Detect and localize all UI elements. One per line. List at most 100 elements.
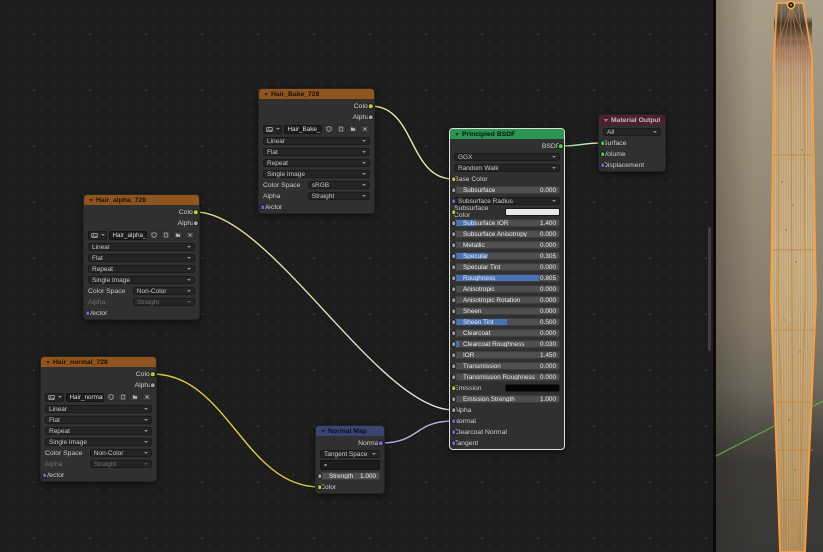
principled-row-transmission-roughness[interactable]: Transmission Roughness0.000 xyxy=(454,373,560,381)
principled-row-anisotropic-rotation[interactable]: Anisotropic Rotation0.000 xyxy=(454,296,560,304)
socket-clearcoat-roughness-input[interactable] xyxy=(451,341,457,347)
socket-subsurface-ior-input[interactable] xyxy=(451,220,457,226)
browse-image-button[interactable] xyxy=(45,393,64,402)
space-dropdown[interactable]: Tangent Space xyxy=(320,450,380,458)
node-image-texture-hair-bake[interactable]: Hair_Bake_728 Color Alpha Hair_Bake_728 xyxy=(258,88,375,214)
hair-mesh-object[interactable] xyxy=(771,1,816,552)
socket-strength-input[interactable] xyxy=(317,473,323,479)
node-principled-bsdf[interactable]: Principled BSDF BSDF GGX Random Walk Bas… xyxy=(449,128,565,450)
socket-displacement-input[interactable] xyxy=(600,162,606,168)
principled-row-specular-tint[interactable]: Specular Tint0.000 xyxy=(454,263,560,271)
node-link[interactable] xyxy=(381,421,454,443)
editor-scrollbar[interactable] xyxy=(708,227,711,351)
node-link[interactable] xyxy=(196,212,454,410)
subsurface-radius-field[interactable]: Subsurface Radius xyxy=(454,197,560,205)
socket-specular-tint-input[interactable] xyxy=(451,264,457,270)
specular-slider[interactable]: Specular0.305 xyxy=(454,252,560,260)
socket-subsurface-color-input[interactable] xyxy=(451,209,457,215)
fake-user-button[interactable] xyxy=(106,393,117,401)
node-header[interactable]: Hair_alpha_728 xyxy=(84,195,199,205)
socket-roughness-input[interactable] xyxy=(451,275,457,281)
image-name-field[interactable]: Hair_normal_728 xyxy=(66,393,105,402)
target-dropdown[interactable]: All xyxy=(603,128,661,136)
anisotropic-rotation-slider[interactable]: Anisotropic Rotation0.000 xyxy=(454,296,560,304)
socket-transmission-roughness-input[interactable] xyxy=(451,374,457,380)
socket-volume-input[interactable] xyxy=(600,151,606,157)
metallic-slider[interactable]: Metallic0.000 xyxy=(454,241,560,249)
open-image-button[interactable] xyxy=(348,125,359,133)
alpha-mode-dropdown[interactable]: Straight xyxy=(133,298,195,306)
socket-sheen-input[interactable] xyxy=(451,308,457,314)
extension-dropdown[interactable]: Repeat xyxy=(45,427,152,435)
socket-normal-input[interactable] xyxy=(451,418,457,424)
new-image-button[interactable] xyxy=(118,393,129,401)
principled-row-roughness[interactable]: Roughness0.805 xyxy=(454,274,560,282)
node-header[interactable]: Normal Map xyxy=(316,426,384,436)
color-space-dropdown[interactable]: Non-Color xyxy=(90,449,152,457)
socket-alpha-input[interactable] xyxy=(451,407,457,413)
projection-dropdown[interactable]: Flat xyxy=(263,148,370,156)
clearcoat-roughness-slider[interactable]: Clearcoat Roughness0.030 xyxy=(454,340,560,348)
sheen-slider[interactable]: Sheen0.000 xyxy=(454,307,560,315)
sheen-tint-slider[interactable]: Sheen Tint0.500 xyxy=(454,318,560,326)
socket-subsurface-anisotropy-input[interactable] xyxy=(451,231,457,237)
socket-emission-input[interactable] xyxy=(451,385,457,391)
socket-anisotropic-rotation-input[interactable] xyxy=(451,297,457,303)
specular-tint-slider[interactable]: Specular Tint0.000 xyxy=(454,263,560,271)
interpolation-dropdown[interactable]: Linear xyxy=(45,405,152,413)
socket-metallic-input[interactable] xyxy=(451,242,457,248)
collapse-icon[interactable] xyxy=(46,361,50,364)
roughness-slider[interactable]: Roughness0.805 xyxy=(454,274,560,282)
open-image-button[interactable] xyxy=(173,231,184,239)
principled-row-transmission[interactable]: Transmission0.000 xyxy=(454,362,560,370)
transmission-slider[interactable]: Transmission0.000 xyxy=(454,362,560,370)
extension-dropdown[interactable]: Repeat xyxy=(263,159,370,167)
socket-bsdf-output[interactable] xyxy=(558,143,564,149)
node-link[interactable] xyxy=(561,143,603,146)
principled-row-specular[interactable]: Specular0.305 xyxy=(454,252,560,260)
node-image-texture-hair-normal[interactable]: Hair_normal_728 Color Alpha Hair_normal_… xyxy=(40,356,157,482)
browse-image-button[interactable] xyxy=(263,125,282,134)
principled-row-sheen-tint[interactable]: Sheen Tint0.500 xyxy=(454,318,560,326)
principled-row-subsurface-anisotropy[interactable]: Subsurface Anisotropy0.000 xyxy=(454,230,560,238)
socket-alpha-output[interactable] xyxy=(368,114,374,120)
collapse-icon[interactable] xyxy=(455,133,459,136)
socket-color-output[interactable] xyxy=(193,209,199,215)
principled-row-subsurface[interactable]: Subsurface0.000 xyxy=(454,186,560,194)
principled-row-clearcoat[interactable]: Clearcoat0.000 xyxy=(454,329,560,337)
principled-row-clearcoat-roughness[interactable]: Clearcoat Roughness0.030 xyxy=(454,340,560,348)
principled-row-anisotropic[interactable]: Anisotropic0.000 xyxy=(454,285,560,293)
socket-alpha-output[interactable] xyxy=(193,220,199,226)
anisotropic-slider[interactable]: Anisotropic0.000 xyxy=(454,285,560,293)
socket-alpha-output[interactable] xyxy=(150,382,156,388)
color-space-dropdown[interactable]: sRGB xyxy=(308,181,370,189)
interpolation-dropdown[interactable]: Linear xyxy=(263,137,370,145)
emission-color-swatch[interactable] xyxy=(505,384,560,392)
node-material-output[interactable]: Material Output All Surface Volume Displ… xyxy=(598,114,666,172)
socket-specular-input[interactable] xyxy=(451,253,457,259)
node-link[interactable] xyxy=(371,106,454,179)
extension-dropdown[interactable]: Repeat xyxy=(88,265,195,273)
color-space-dropdown[interactable]: Non-Color xyxy=(133,287,195,295)
subsurface-color-color-swatch[interactable] xyxy=(505,208,560,216)
unlink-image-button[interactable] xyxy=(185,231,196,239)
clearcoat-slider[interactable]: Clearcoat0.000 xyxy=(454,329,560,337)
principled-row-ior[interactable]: IOR1.450 xyxy=(454,351,560,359)
collapse-icon[interactable] xyxy=(321,430,325,433)
unlink-image-button[interactable] xyxy=(142,393,153,401)
socket-color-input[interactable] xyxy=(317,484,323,490)
collapse-icon[interactable] xyxy=(89,199,93,202)
socket-normal-output[interactable] xyxy=(378,440,384,446)
fake-user-button[interactable] xyxy=(324,125,335,133)
socket-tangent-input[interactable] xyxy=(451,440,457,446)
socket-color-output[interactable] xyxy=(150,371,156,377)
principled-row-metallic[interactable]: Metallic0.000 xyxy=(454,241,560,249)
subsurface-slider[interactable]: Subsurface0.000 xyxy=(454,186,560,194)
principled-row-sheen[interactable]: Sheen0.000 xyxy=(454,307,560,315)
node-normal-map[interactable]: Normal Map Normal Tangent Space Strength… xyxy=(315,425,385,494)
projection-dropdown[interactable]: Flat xyxy=(45,416,152,424)
socket-clearcoat-normal-input[interactable] xyxy=(451,429,457,435)
socket-surface-input[interactable] xyxy=(600,140,606,146)
principled-row-subsurface-ior[interactable]: Subsurface IOR1.400 xyxy=(454,219,560,227)
socket-clearcoat-input[interactable] xyxy=(451,330,457,336)
